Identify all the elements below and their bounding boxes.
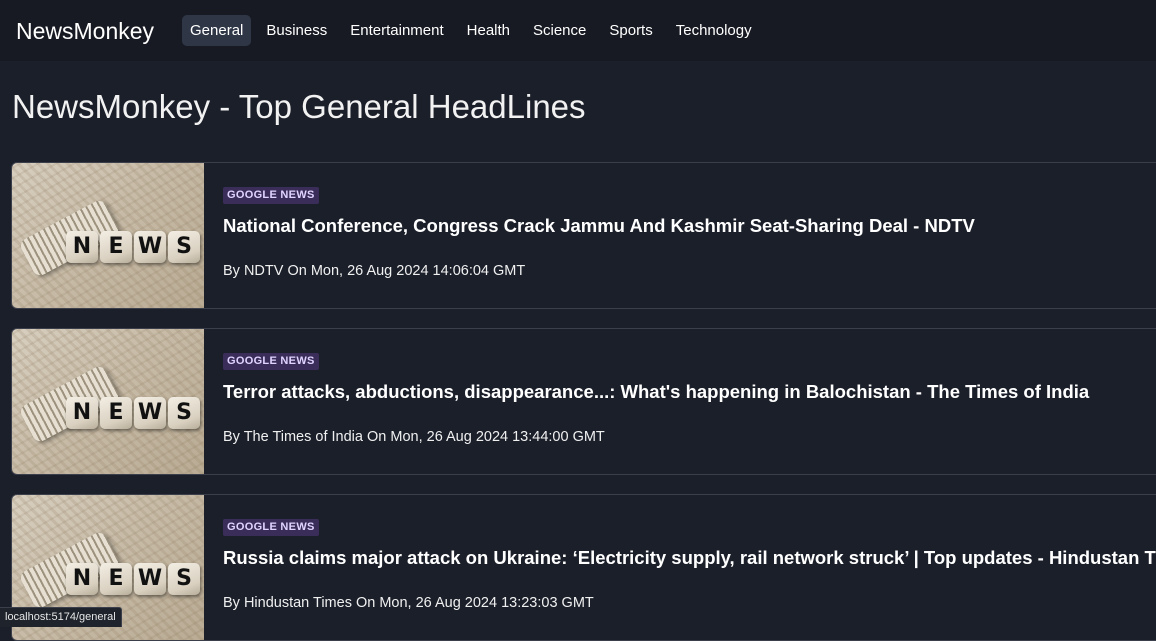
nav-link-sports[interactable]: Sports	[601, 15, 660, 46]
letter-die: N	[66, 397, 98, 429]
letter-die: W	[134, 231, 166, 263]
letter-die: S	[168, 231, 200, 263]
letter-die: W	[134, 563, 166, 595]
card-body: GOOGLE NEWS Terror attacks, abductions, …	[223, 329, 1156, 474]
news-image: N E W S	[12, 163, 204, 308]
nav-links: General Business Entertainment Health Sc…	[182, 15, 767, 46]
letter-die: S	[168, 397, 200, 429]
news-dice: N E W S	[66, 563, 202, 595]
nav-link-entertainment[interactable]: Entertainment	[342, 15, 451, 46]
article-title[interactable]: National Conference, Congress Crack Jamm…	[223, 214, 975, 238]
news-image: N E W S	[12, 329, 204, 474]
news-dice: N E W S	[66, 231, 202, 263]
nav-link-health[interactable]: Health	[459, 15, 518, 46]
news-card: N E W S GOOGLE NEWS National Conference,…	[11, 162, 1156, 309]
letter-die: E	[100, 231, 132, 263]
card-body: GOOGLE NEWS Russia claims major attack o…	[223, 495, 1156, 640]
article-meta: By The Times of India On Mon, 26 Aug 202…	[223, 429, 605, 445]
brand-link[interactable]: NewsMonkey	[16, 17, 154, 45]
news-dice: N E W S	[66, 397, 202, 429]
article-meta: By NDTV On Mon, 26 Aug 2024 14:06:04 GMT	[223, 263, 526, 279]
article-title[interactable]: Terror attacks, abductions, disappearanc…	[223, 380, 1089, 404]
letter-die: S	[168, 563, 200, 595]
letter-die: E	[100, 397, 132, 429]
letter-die: W	[134, 397, 166, 429]
page-title: NewsMonkey - Top General HeadLines	[12, 88, 586, 125]
card-body: GOOGLE NEWS National Conference, Congres…	[223, 163, 1156, 308]
source-badge: GOOGLE NEWS	[223, 187, 319, 204]
article-meta: By Hindustan Times On Mon, 26 Aug 2024 1…	[223, 595, 594, 611]
news-card: N E W S GOOGLE NEWS Russia claims major …	[11, 494, 1156, 641]
navbar: NewsMonkey General Business Entertainmen…	[0, 0, 1156, 61]
nav-link-technology[interactable]: Technology	[668, 15, 760, 46]
nav-link-business[interactable]: Business	[258, 15, 335, 46]
article-title[interactable]: Russia claims major attack on Ukraine: ‘…	[223, 546, 1156, 570]
link-status-bar: localhost:5174/general	[0, 607, 122, 627]
source-badge: GOOGLE NEWS	[223, 353, 319, 370]
nav-link-science[interactable]: Science	[525, 15, 594, 46]
nav-link-general[interactable]: General	[182, 15, 252, 46]
source-badge: GOOGLE NEWS	[223, 519, 319, 536]
letter-die: N	[66, 563, 98, 595]
letter-die: N	[66, 231, 98, 263]
letter-die: E	[100, 563, 132, 595]
news-card: N E W S GOOGLE NEWS Terror attacks, abdu…	[11, 328, 1156, 475]
